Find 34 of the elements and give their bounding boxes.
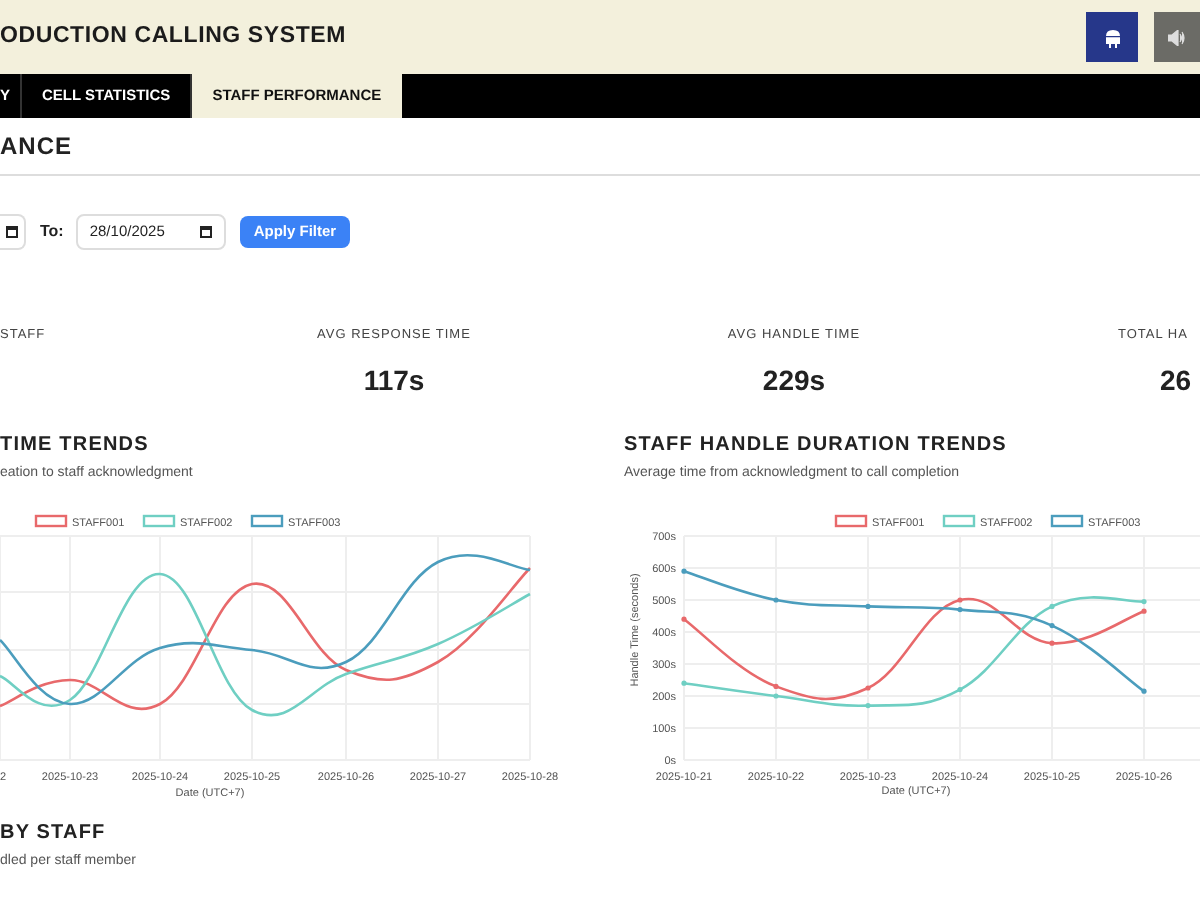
data-point: [681, 679, 687, 685]
data-point: [681, 567, 687, 573]
chart-title: TIME TRENDS: [0, 432, 151, 460]
data-point: [1049, 602, 1055, 608]
app-title: ODUCTION CALLING SYSTEM: [0, 21, 347, 52]
sound-button[interactable]: [1154, 12, 1200, 62]
data-point: [865, 702, 871, 708]
data-point: [773, 692, 779, 698]
data-point: [1141, 607, 1147, 613]
chart-title: STAFF HANDLE DURATION TRENDS: [624, 432, 1009, 460]
data-point: [1049, 622, 1055, 628]
robot-icon: [1103, 27, 1121, 47]
data-point: [865, 602, 871, 608]
from-date-field[interactable]: [0, 214, 26, 250]
data-point: [1141, 598, 1147, 604]
page-heading: ANCE: [0, 130, 73, 164]
data-point: [1049, 639, 1055, 645]
stat-value: 117s: [363, 361, 425, 400]
data-point: [865, 684, 871, 690]
data-point: [957, 596, 963, 602]
to-label: To:: [40, 220, 64, 244]
data-point: [1141, 687, 1147, 693]
calendar-icon: [199, 226, 212, 238]
data-point: [773, 596, 779, 602]
stat-value: 229s: [762, 361, 826, 400]
data-point: [681, 615, 687, 621]
section-title: BY STAFF: [0, 820, 108, 848]
data-point: [957, 686, 963, 692]
data-point: [957, 606, 963, 612]
data-point: [773, 682, 779, 688]
stat-value: 26: [1160, 361, 1192, 400]
robot-button[interactable]: [1086, 12, 1138, 62]
speaker-icon: [1168, 29, 1186, 45]
calendar-icon: [6, 226, 18, 238]
